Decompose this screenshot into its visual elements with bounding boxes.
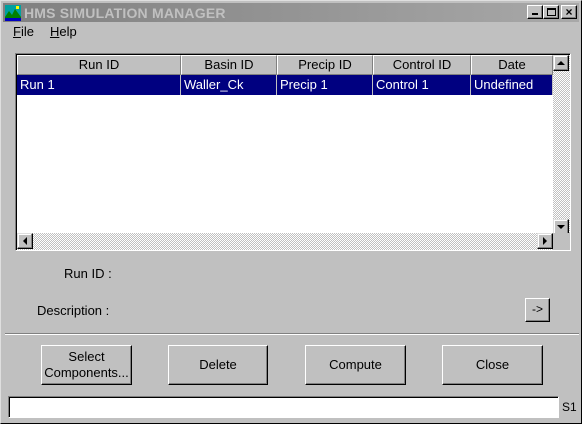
delete-button[interactable]: Delete — [168, 345, 268, 385]
horizontal-scrollbar[interactable] — [17, 233, 553, 250]
scrollbar-corner — [553, 233, 570, 250]
maximize-button[interactable] — [543, 5, 559, 19]
column-header-precip-id[interactable]: Precip ID — [277, 55, 373, 75]
status-tag: S1 — [562, 400, 577, 414]
separator — [5, 333, 579, 335]
select-components-label: Select Components... — [44, 349, 129, 380]
minimize-icon — [532, 13, 538, 15]
arrow-down-icon — [557, 225, 565, 229]
description-arrow-button[interactable]: -> — [525, 298, 550, 322]
cell-date: Undefined — [471, 75, 553, 95]
menu-bar: File Help — [5, 23, 85, 41]
scroll-left-button[interactable] — [17, 233, 33, 249]
scroll-up-button[interactable] — [553, 55, 569, 71]
column-header-basin-id[interactable]: Basin ID — [181, 55, 277, 75]
select-components-button[interactable]: Select Components... — [41, 345, 132, 385]
window-controls: × — [527, 5, 577, 19]
column-header-control-id[interactable]: Control ID — [373, 55, 471, 75]
menu-help[interactable]: Help — [42, 23, 85, 41]
close-icon: × — [565, 5, 573, 19]
run-id-label: Run ID : — [64, 266, 112, 281]
compute-button[interactable]: Compute — [305, 345, 406, 385]
maximize-icon — [547, 8, 556, 16]
cell-control-id: Control 1 — [373, 75, 471, 95]
close-button[interactable]: Close — [442, 345, 543, 385]
arrow-up-icon — [557, 61, 565, 65]
column-header-date[interactable]: Date — [471, 55, 553, 75]
column-header-run-id[interactable]: Run ID — [17, 55, 181, 75]
runs-table: Run ID Basin ID Precip ID Control ID Dat… — [15, 53, 571, 251]
title-bar[interactable]: HMS SIMULATION MANAGER × — [3, 3, 579, 22]
status-field — [8, 396, 559, 418]
cell-run-id: Run 1 — [17, 75, 181, 95]
cell-precip-id: Precip 1 — [277, 75, 373, 95]
window-title: HMS SIMULATION MANAGER — [24, 4, 226, 21]
description-label: Description : — [37, 303, 110, 318]
simulation-manager-window: HMS SIMULATION MANAGER × File Help Run I… — [0, 0, 582, 424]
arrow-left-icon — [23, 237, 27, 245]
arrow-right-icon — [543, 237, 547, 245]
minimize-button[interactable] — [527, 5, 543, 19]
hms-app-icon — [5, 4, 21, 21]
table-header: Run ID Basin ID Precip ID Control ID Dat… — [17, 55, 553, 75]
table-row[interactable]: Run 1 Waller_Ck Precip 1 Control 1 Undef… — [17, 75, 553, 95]
close-window-button[interactable]: × — [561, 5, 577, 19]
cell-basin-id: Waller_Ck — [181, 75, 277, 95]
vertical-scrollbar[interactable] — [553, 55, 570, 235]
menu-file[interactable]: File — [5, 23, 42, 41]
scroll-right-button[interactable] — [537, 233, 553, 249]
